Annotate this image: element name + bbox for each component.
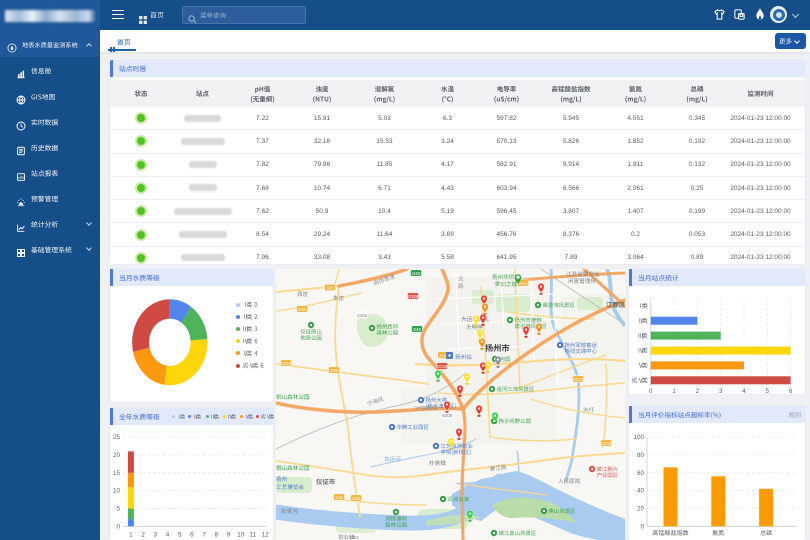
svg-text:S336: S336 [573, 377, 584, 382]
svg-text:20: 20 [637, 506, 645, 513]
svg-text:40: 40 [637, 488, 645, 495]
svg-text:11: 11 [250, 532, 257, 539]
svg-text:9: 9 [227, 532, 231, 539]
svg-text:6: 6 [190, 532, 194, 539]
svg-text:10: 10 [113, 488, 121, 495]
svg-text:8: 8 [215, 532, 219, 539]
svg-text:S336: S336 [601, 441, 612, 446]
svg-text:2: 2 [696, 388, 700, 394]
svg-text:3: 3 [719, 388, 723, 394]
svg-text:S36: S36 [335, 495, 343, 500]
svg-text:0: 0 [640, 523, 644, 530]
svg-text:5: 5 [178, 532, 182, 539]
svg-text:7: 7 [202, 532, 206, 539]
svg-text:2: 2 [141, 532, 145, 539]
svg-text:X208: X208 [442, 413, 453, 418]
svg-text:80: 80 [637, 452, 645, 459]
svg-text:5: 5 [766, 388, 770, 394]
svg-text:G328: G328 [408, 294, 419, 299]
svg-text:5: 5 [116, 506, 120, 513]
svg-text:4: 4 [166, 532, 170, 539]
svg-text:100: 100 [633, 434, 644, 441]
svg-text:S49: S49 [413, 327, 421, 332]
svg-text:G328: G328 [437, 364, 448, 369]
svg-text:10: 10 [237, 532, 245, 539]
svg-text:0: 0 [649, 388, 653, 394]
svg-text:3: 3 [154, 532, 158, 539]
svg-text:4: 4 [742, 388, 746, 394]
svg-text:15: 15 [113, 470, 121, 477]
svg-text:1: 1 [129, 532, 133, 539]
svg-text:X306: X306 [357, 313, 368, 318]
svg-text:25: 25 [113, 434, 121, 441]
svg-text:G40: G40 [412, 271, 421, 276]
svg-text:6: 6 [789, 388, 793, 394]
svg-text:0: 0 [116, 523, 120, 530]
svg-text:12: 12 [262, 532, 270, 539]
svg-text:S36: S36 [298, 307, 306, 312]
svg-text:S353: S353 [281, 361, 292, 366]
svg-text:1: 1 [672, 388, 676, 394]
svg-text:60: 60 [637, 470, 645, 477]
svg-text:S35: S35 [352, 496, 360, 501]
svg-text:S48: S48 [519, 281, 527, 286]
svg-text:S36: S36 [330, 368, 338, 373]
svg-text:20: 20 [113, 452, 121, 459]
svg-text:S35: S35 [326, 285, 334, 290]
